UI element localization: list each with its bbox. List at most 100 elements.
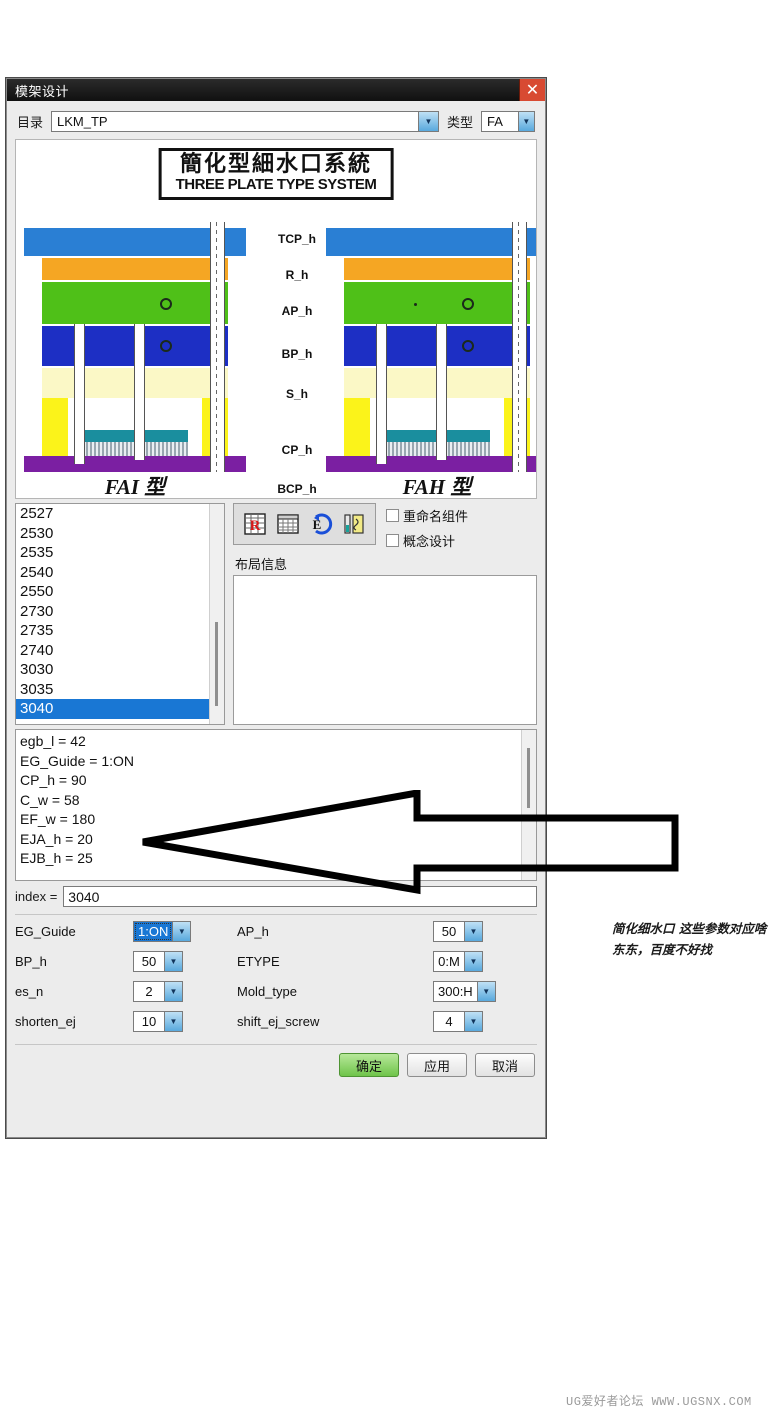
riser-left — [344, 398, 370, 460]
chevron-down-icon[interactable]: ▼ — [417, 111, 438, 131]
checkbox-label: 概念设计 — [403, 534, 456, 549]
chevron-down-icon[interactable]: ▼ — [164, 952, 182, 971]
field-combo-eg_guide[interactable]: 1:ON ▼ — [133, 921, 192, 942]
chevron-down-icon[interactable]: ▼ — [164, 1012, 182, 1031]
annotation-note: 简化细水口 这些参数对应啥东东，百度不好找 — [612, 921, 767, 958]
list-scrollbar[interactable] — [209, 504, 224, 724]
type-value: FA — [482, 111, 518, 131]
parameter-line: EJA_h = 20 — [20, 830, 93, 847]
cancel-button[interactable]: 取消 — [475, 1053, 535, 1077]
parameter-list-box[interactable]: egb_l = 42 EG_Guide = 1:ON CP_h = 90 C_w = … — [15, 729, 537, 881]
list-item[interactable]: 2730 — [16, 602, 209, 622]
footer-watermark: UG爱好者论坛 WWW.UGSNX.COM — [566, 1395, 752, 1409]
checkbox-label: 重命名组件 — [403, 509, 469, 524]
label-ap: AP_h — [281, 304, 313, 318]
diagram-title-cn: 簡化型細水口系統 — [179, 152, 372, 177]
directory-combo[interactable]: LKM_TP ▼ — [51, 110, 439, 132]
list-item[interactable]: 2550 — [16, 582, 209, 602]
list-item[interactable]: 2535 — [16, 543, 209, 563]
index-input[interactable]: 3040 — [63, 886, 537, 907]
hole-icon — [462, 340, 474, 352]
list-item[interactable]: 2530 — [16, 524, 209, 544]
ejector-pin — [74, 324, 85, 464]
checkbox-rename-component[interactable]: 重命名组件 — [386, 506, 468, 525]
tool-row: R E 重命名组件 概念设计 — [233, 503, 537, 550]
ok-button[interactable]: 确定 — [339, 1053, 399, 1077]
field-combo-shift_ej_screw[interactable]: 4 ▼ — [433, 1011, 483, 1032]
mold-base-design-dialog: 模架设计 ✕ 目录 LKM_TP ▼ 类型 FA ▼ 簡化型細水口系統 THRE… — [6, 78, 546, 1138]
field-combo-es_n[interactable]: 2 ▼ — [133, 981, 183, 1002]
close-icon[interactable]: ✕ — [519, 79, 545, 101]
mold-size-list[interactable]: 2527 2530 2535 2540 2550 2730 2735 2740 3030 3035… — [15, 503, 225, 725]
list-item[interactable]: 2740 — [16, 641, 209, 661]
type-combo[interactable]: FA ▼ — [481, 110, 535, 132]
chevron-down-icon[interactable]: ▼ — [464, 1012, 482, 1031]
right-pane: R E 重命名组件 概念设计 布局信息 — [233, 503, 537, 725]
mold-size-list-items: 2527 2530 2535 2540 2550 2730 2735 2740 3030 3035… — [16, 504, 209, 724]
list-item[interactable]: 2527 — [16, 504, 209, 524]
field-cell: 2 ▼ — [133, 981, 237, 1002]
guide-post — [512, 222, 527, 472]
scrollbar-thumb[interactable] — [215, 622, 218, 706]
field-combo-ap_h[interactable]: 50 ▼ — [433, 921, 483, 942]
svg-text:R: R — [250, 518, 261, 534]
chevron-down-icon[interactable]: ▼ — [464, 952, 482, 971]
directory-label: 目录 — [17, 114, 44, 130]
button-row: 确定 应用 取消 — [7, 1053, 535, 1077]
parameter-scrollbar[interactable] — [521, 730, 536, 880]
dot-icon — [414, 303, 417, 306]
index-row: index = 3040 — [15, 886, 537, 907]
apply-button[interactable]: 应用 — [407, 1053, 467, 1077]
hole-icon — [160, 298, 172, 310]
field-combo-etype[interactable]: 0:M ▼ — [433, 951, 483, 972]
checkbox-concept-design[interactable]: 概念设计 — [386, 531, 468, 550]
field-value: 50 — [434, 922, 464, 941]
guide-post — [210, 222, 225, 472]
field-combo-mold_type[interactable]: 300:H ▼ — [433, 981, 496, 1002]
divider — [15, 1044, 537, 1045]
tool-pin-icon[interactable] — [341, 511, 367, 537]
list-item[interactable]: 2735 — [16, 621, 209, 641]
e-rotate-icon[interactable]: E — [308, 511, 334, 537]
field-label-es_n: es_n — [15, 984, 44, 999]
diagram-title: 簡化型細水口系統 THREE PLATE TYPE SYSTEM — [158, 148, 394, 200]
chevron-down-icon[interactable]: ▼ — [164, 982, 182, 1001]
chevron-down-icon[interactable]: ▼ — [476, 982, 495, 1001]
mold-diagram: 簡化型細水口系統 THREE PLATE TYPE SYSTEM FAI 型 T… — [15, 139, 537, 499]
chevron-down-icon[interactable]: ▼ — [517, 111, 534, 131]
field-combo-bp_h[interactable]: 50 ▼ — [133, 951, 183, 972]
title-bar: 模架设计 ✕ — [7, 79, 545, 101]
field-label-bp_h: BP_h — [15, 954, 47, 969]
chevron-down-icon[interactable]: ▼ — [172, 922, 191, 941]
plate-label-column: TCP_h R_h AP_h BP_h S_h CP_h BCP_h — [266, 232, 328, 496]
field-value: 50 — [134, 952, 164, 971]
hole-icon — [160, 340, 172, 352]
list-item[interactable]: 3040 — [16, 699, 209, 719]
field-label-ap_h: AP_h — [237, 924, 269, 939]
chevron-down-icon[interactable]: ▼ — [464, 922, 482, 941]
scrollbar-thumb[interactable] — [527, 748, 530, 808]
field-cell: 50 ▼ — [433, 921, 537, 942]
layout-info-textarea[interactable] — [233, 575, 537, 725]
field-label-eg_guide: EG_Guide — [15, 924, 76, 939]
parameter-line: EF_w = 180 — [20, 811, 96, 827]
parameter-line: C_w = 58 — [20, 791, 80, 808]
checkbox-box[interactable] — [386, 509, 399, 522]
list-item[interactable]: 3030 — [16, 660, 209, 680]
hole-icon — [462, 298, 474, 310]
checkbox-box[interactable] — [386, 534, 399, 547]
plate-ap — [42, 282, 228, 324]
parameter-line: egb_l = 42 — [20, 733, 86, 749]
list-item[interactable]: 2540 — [16, 563, 209, 583]
mold-caption-right: FAH 型 — [402, 475, 472, 499]
field-combo-shorten_ej[interactable]: 10 ▼ — [133, 1011, 183, 1032]
directory-value: LKM_TP — [52, 111, 418, 131]
table-r-icon[interactable]: R — [242, 511, 268, 537]
list-item[interactable]: 3035 — [16, 680, 209, 700]
field-value: 2 — [134, 982, 164, 1001]
plate-r — [42, 258, 228, 280]
field-label-mold_type: Mold_type — [237, 984, 297, 999]
ejector-pin — [376, 324, 387, 464]
field-value: 0:M — [434, 952, 464, 971]
grid-table-icon[interactable] — [275, 511, 301, 537]
